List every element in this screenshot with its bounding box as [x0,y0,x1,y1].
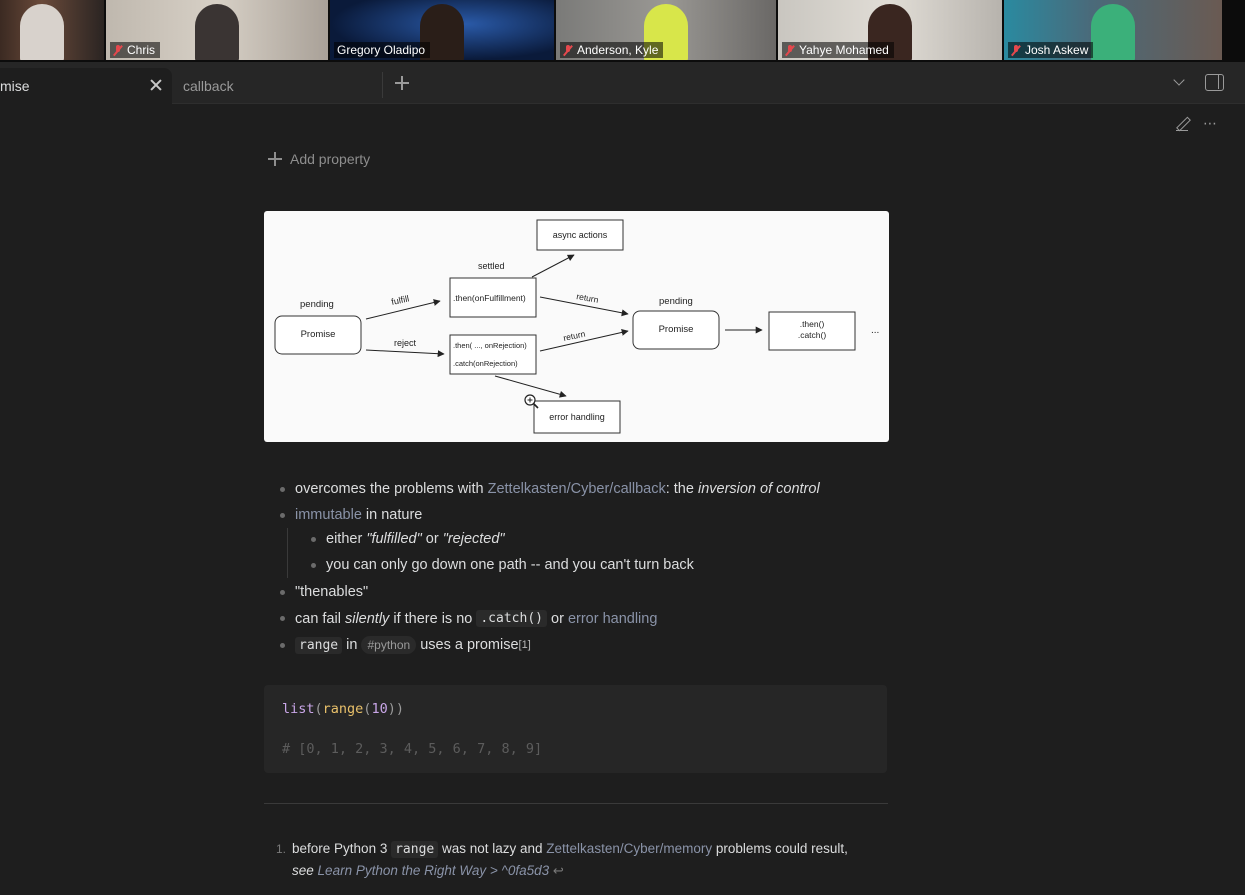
footnote-ref[interactable]: [1] [519,639,531,651]
tag-python[interactable]: #python [361,636,417,654]
footnote-list: 1. before Python 3 range was not lazy and… [276,838,896,881]
tab-label: callback [183,78,234,94]
footnote-backref-icon[interactable]: ↩ [553,863,564,878]
diagram-label-settled: settled [478,261,505,271]
list-item: range in #python uses a promise [1] [280,636,531,654]
bullet-dot [280,642,285,648]
footnotes-divider [264,803,888,804]
new-tab-plus-icon[interactable] [393,74,411,92]
diagram-label-then-fulfillment: .then(onFulfillment) [453,293,526,303]
list-item: can fail silently if there is no .catch(… [280,610,657,627]
tab-bar: mise callback [0,62,1245,104]
footnote-item: 1. before Python 3 range was not lazy and… [276,841,848,858]
participant-image [195,4,239,60]
footnote-item-continued: see Learn Python the Right Way > ^0fa5d3… [292,863,564,878]
list-item: overcomes the problems with Zettelkasten… [280,481,820,497]
list-item-nested: either "fulfilled" or "rejected" [311,531,505,547]
chevron-down-icon[interactable] [1172,76,1188,88]
edit-pencil-icon[interactable] [1176,117,1190,131]
close-icon[interactable] [148,77,164,93]
plus-icon [268,152,282,166]
participant-nametag: Chris [110,42,161,58]
participant-tile[interactable] [0,0,104,60]
diagram-label-reject: reject [394,338,417,348]
participant-nametag: Gregory Oladipo [334,42,431,58]
mic-muted-icon [785,44,795,56]
indent-guide [287,528,288,578]
add-property-label: Add property [290,151,371,167]
inline-code: range [295,636,343,654]
tab-promise[interactable]: mise [0,68,172,104]
diagram-label-promise: Promise [301,329,336,340]
diagram-label-async-actions: async actions [553,230,608,240]
bullet-dot [280,486,285,492]
internal-link[interactable]: error handling [568,611,657,627]
diagram-label-fulfill: fulfill [390,293,410,307]
tab-label: mise [0,78,30,94]
bullet-dot [280,512,285,518]
participant-nametag: Anderson, Kyle [560,42,664,58]
participant-tile[interactable]: Yahye Mohamed [778,0,1002,60]
inline-code: .catch() [476,610,547,627]
internal-link[interactable]: Zettelkasten/Cyber/memory [546,841,712,856]
add-property-button[interactable]: Add property [268,151,370,167]
diagram-label-catch: .catch() [798,330,827,340]
mic-muted-icon [1011,44,1021,56]
participant-image [1091,4,1135,60]
bullet-dot [280,589,285,595]
diagram-label-return-top: return [576,291,600,305]
diagram-arrow-reject [365,349,445,358]
list-item: immutable in nature [280,507,422,523]
bullet-dot [311,562,316,568]
internal-link[interactable]: Zettelkasten/Cyber/callback [488,481,666,497]
bullet-dot [311,536,316,542]
tab-callback[interactable]: callback [183,68,378,104]
diagram-arrow-error [494,375,567,398]
participant-tile[interactable]: Anderson, Kyle [556,0,776,60]
inline-code: range [391,841,439,858]
list-item-nested: you can only go down one path -- and you… [311,557,694,573]
internal-link[interactable]: immutable [295,507,362,523]
diagram-label-pending2: pending [659,296,693,307]
participant-tile-active-speaker[interactable]: Gregory Oladipo [330,0,554,60]
diagram-label-ellipsis: ... [871,325,879,336]
diagram-arrow-async [531,254,575,278]
mic-muted-icon [563,44,573,56]
code-comment: # [0, 1, 2, 3, 4, 5, 6, 7, 8, 9] [282,741,543,757]
diagram-label-error-handling: error handling [549,412,605,422]
list-item: "thenables" [280,584,368,600]
code-line: list(range(10)) [282,701,404,717]
tab-divider [382,72,383,98]
participant-tile[interactable]: Chris [106,0,328,60]
participant-nametag: Yahye Mohamed [782,42,894,58]
more-options-icon[interactable]: ⋯ [1203,115,1218,132]
diagram-label-then-rejection: .then( ..., onRejection) [453,341,527,350]
bullet-dot [280,616,285,621]
promise-flow-diagram[interactable]: pending Promise fulfill reject settled .… [264,211,889,442]
mic-muted-icon [113,44,123,56]
diagram-label-promise2: Promise [659,324,694,335]
diagram-label-pending: pending [300,299,334,310]
diagram-label-catch-rejection: .catch(onRejection) [453,359,518,368]
participant-video-strip: Chris Gregory Oladipo Anderson, Kyle Yah… [0,0,1245,62]
participant-nametag: Josh Askew [1008,42,1094,58]
code-block[interactable]: list(range(10)) # [0, 1, 2, 3, 4, 5, 6, … [264,685,887,773]
internal-link[interactable]: Learn Python the Right Way > ^0fa5d3 [318,863,550,878]
toggle-sidebar-icon[interactable] [1205,74,1224,91]
participant-image [20,4,64,60]
diagram-label-then: .then() [800,319,825,329]
participant-tile[interactable]: Josh Askew [1004,0,1222,60]
